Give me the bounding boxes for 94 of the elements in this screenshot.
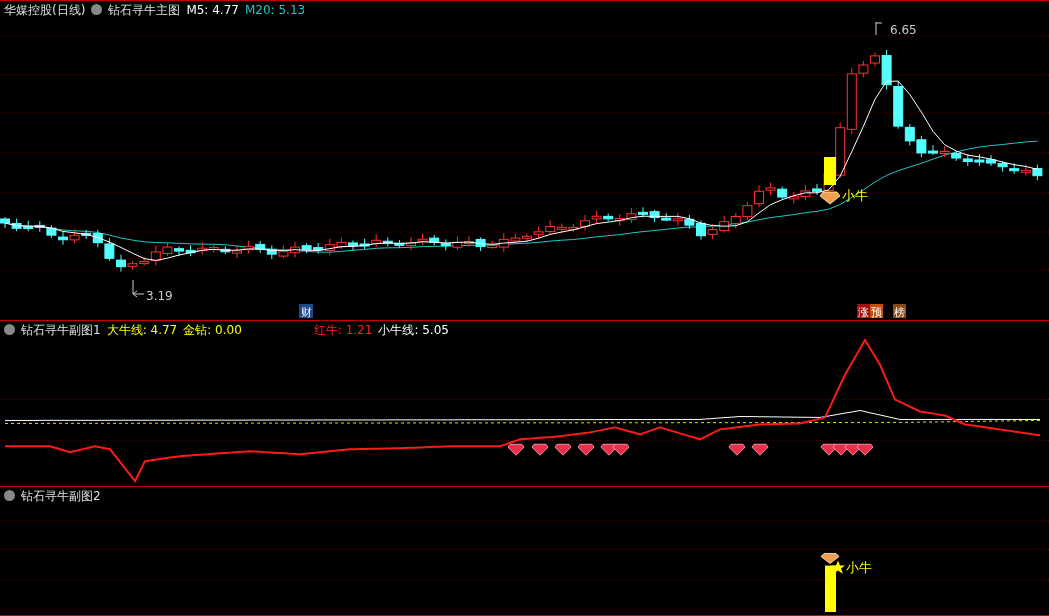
candlestick <box>11 218 22 232</box>
candlestick <box>464 235 474 247</box>
candlestick <box>986 154 996 167</box>
candlestick <box>255 240 266 254</box>
candlestick <box>290 241 300 258</box>
candlestick <box>429 234 440 246</box>
diamond-icon <box>819 191 841 205</box>
candlestick <box>719 215 730 234</box>
candlestick <box>742 201 753 221</box>
candlestick <box>266 244 277 260</box>
signal-bar <box>825 565 836 612</box>
candlestick <box>313 242 324 255</box>
candlestick <box>626 207 637 224</box>
candlestick <box>348 239 358 251</box>
diamond-icon <box>832 443 850 456</box>
event-marker[interactable]: 财 <box>299 304 313 319</box>
candlestick <box>197 241 208 256</box>
indicator-value: M5: 4.77 <box>186 1 239 18</box>
candlestick <box>382 236 393 247</box>
indicator-value: 小牛线: 5.05 <box>378 321 449 338</box>
indicator-title[interactable]: 钻石寻牛副图1 <box>21 321 101 338</box>
diamond-icon <box>820 443 838 456</box>
candlestick <box>301 242 312 254</box>
candlestick <box>208 242 219 254</box>
diamond-icon <box>600 443 618 456</box>
candlestick <box>23 220 34 232</box>
candlestick <box>1020 163 1031 177</box>
candlestick <box>684 214 695 230</box>
candlestick <box>359 238 370 250</box>
candlestick <box>440 238 451 251</box>
indicator-value: M20: 5.13 <box>244 1 306 18</box>
candlestick <box>1032 164 1043 181</box>
candlestick <box>997 160 1008 173</box>
candlestick <box>788 191 799 205</box>
candlestick <box>174 245 184 257</box>
signal-label: 小牛 <box>842 188 868 203</box>
high-price-label: 6.65 <box>890 23 917 37</box>
dropdown-icon[interactable] <box>4 324 15 335</box>
candlestick <box>951 150 962 162</box>
candlestick <box>939 145 950 158</box>
candlestick <box>336 237 347 250</box>
diamond-icon <box>554 443 572 456</box>
candlestick <box>545 220 556 235</box>
diamond-icon <box>820 553 840 564</box>
candlestick <box>417 233 428 246</box>
candlestick <box>46 224 57 239</box>
candlestick <box>696 219 706 241</box>
signal-label: 小牛 <box>846 559 872 575</box>
diamond-icon <box>531 443 549 456</box>
price-pointer <box>132 279 145 298</box>
candlestick <box>324 238 335 256</box>
dropdown-icon[interactable] <box>4 490 15 501</box>
candlestick <box>707 223 718 240</box>
indicator-value: 金钻: 0.00 <box>183 321 242 338</box>
indicator-title[interactable]: 钻石寻牛主图 <box>108 1 181 18</box>
candlestick <box>638 206 648 218</box>
dropdown-icon[interactable] <box>91 4 103 15</box>
event-badge[interactable]: 榜 <box>893 304 906 319</box>
indicator-value: 大牛线: 4.77 <box>106 321 178 338</box>
indicator-value: 红牛: 1.21 <box>313 321 373 338</box>
candlestick <box>34 220 45 233</box>
signal-bar <box>824 157 836 185</box>
candlestick <box>556 223 567 234</box>
diamond-icon <box>507 443 525 456</box>
candlestick <box>974 153 985 167</box>
candlestick <box>104 237 115 262</box>
diamond-icon <box>577 443 595 456</box>
star-icon <box>831 560 845 574</box>
diamond-icon <box>856 443 874 456</box>
candlestick <box>1009 162 1020 175</box>
diamond-icon <box>728 443 746 456</box>
stock-title: 华媒控股(日线) <box>4 1 86 18</box>
candlestick <box>800 184 811 201</box>
low-price-label: 3.19 <box>146 289 173 303</box>
candlestick <box>777 186 788 200</box>
candlestick <box>730 212 741 229</box>
candlestick <box>962 153 973 167</box>
candlestick <box>649 209 660 223</box>
candlestick <box>243 240 254 254</box>
event-badge[interactable]: 预 <box>870 304 883 319</box>
candlestick <box>162 241 173 257</box>
indicator-title[interactable]: 钻石寻牛副图2 <box>21 487 101 504</box>
candlestick <box>0 216 10 229</box>
candlestick <box>452 235 463 251</box>
diamond-icon <box>612 443 630 456</box>
candlestick <box>371 233 382 248</box>
price-pointer <box>875 21 883 36</box>
candlestick <box>185 244 196 257</box>
diamond-icon <box>751 443 769 456</box>
candlestick <box>58 231 68 246</box>
event-badge[interactable]: 涨 <box>857 304 870 319</box>
candlestick <box>278 245 289 259</box>
candlestick <box>69 229 80 244</box>
diamond-icon <box>844 443 862 456</box>
